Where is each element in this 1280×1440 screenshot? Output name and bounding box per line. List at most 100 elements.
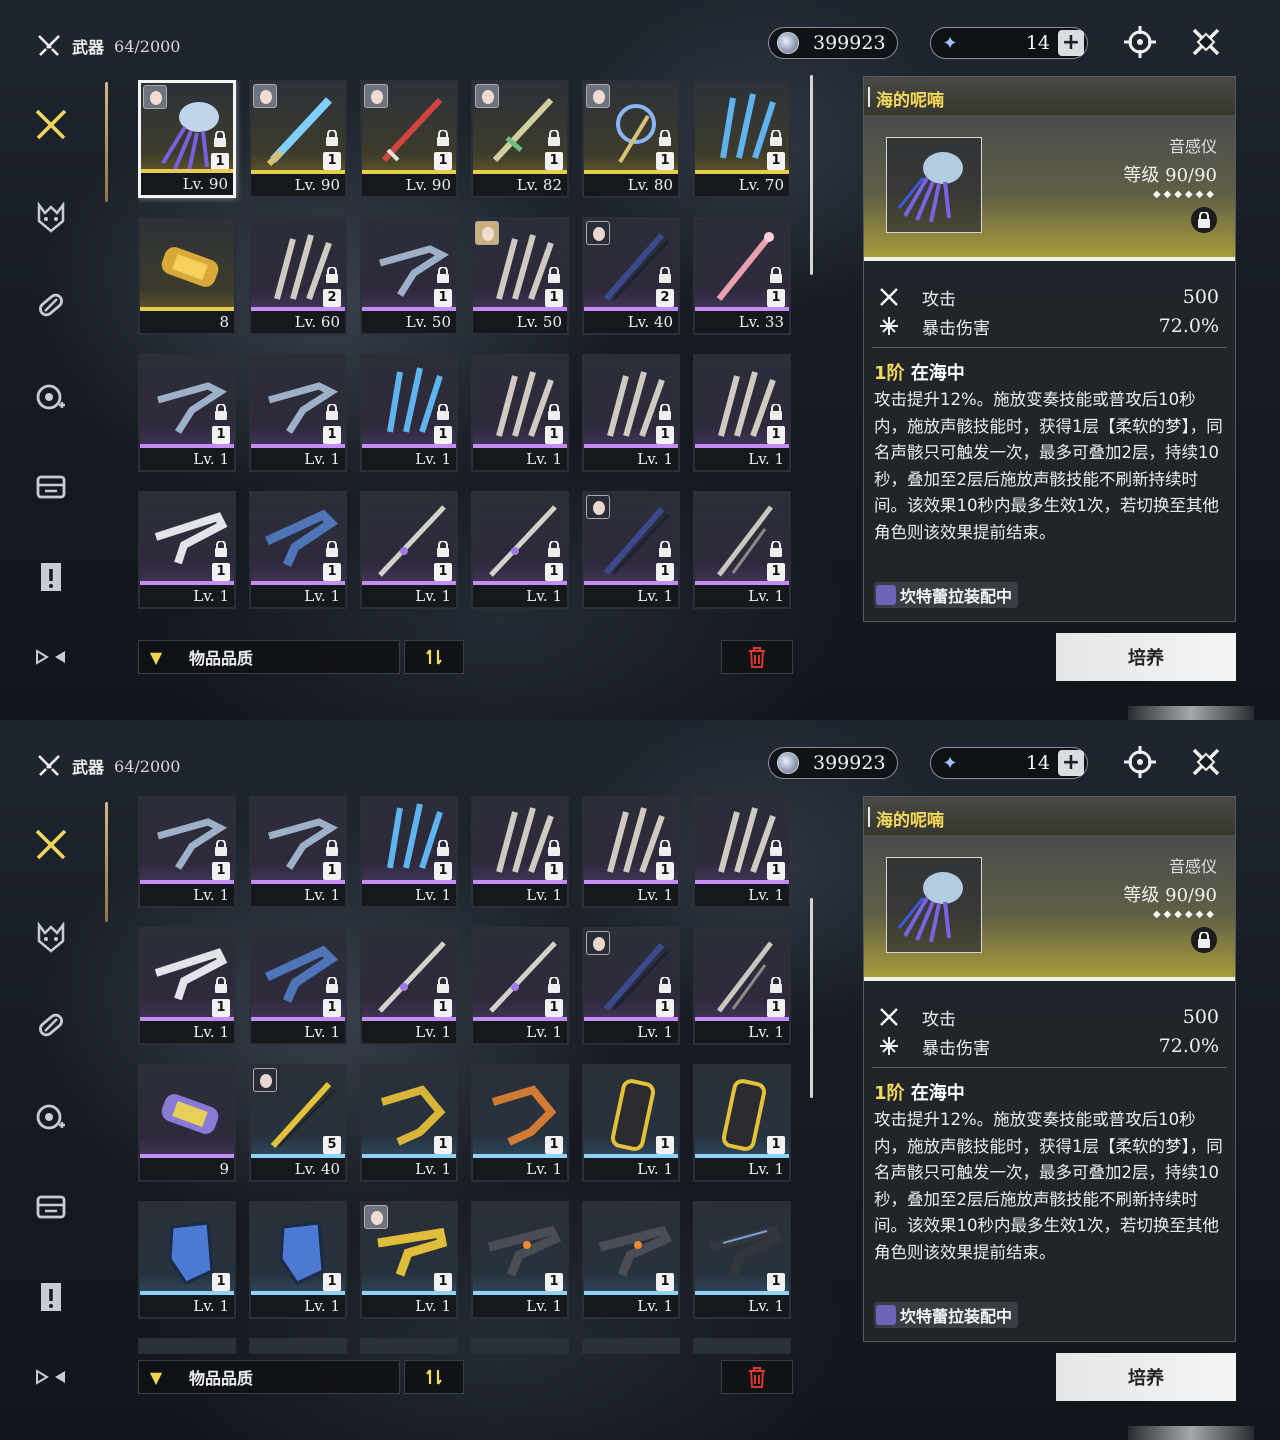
lock-toggle[interactable] — [1191, 927, 1217, 953]
weapon-slot[interactable]: 1 Lv. 1 — [138, 927, 236, 1045]
sidebar-item-development[interactable] — [28, 374, 74, 420]
weapon-slot[interactable]: 9 — [138, 1064, 236, 1182]
add-tide-button[interactable]: + — [1058, 30, 1084, 56]
sidebar-item-echo[interactable] — [28, 914, 74, 960]
scrollbar[interactable] — [810, 75, 813, 275]
weapon-slot[interactable]: 1 Lv. 1 — [138, 1201, 236, 1319]
weapon-slot[interactable] — [471, 1338, 569, 1354]
weapon-slot[interactable]: 1 Lv. 82 — [471, 80, 569, 198]
weapon-slot[interactable]: 1 Lv. 70 — [693, 80, 791, 198]
header-accent — [868, 807, 870, 827]
dismantle-button[interactable] — [721, 1360, 793, 1394]
weapon-slot[interactable]: 1 Lv. 1 — [693, 927, 791, 1045]
weapon-slot[interactable]: 1 Lv. 1 — [693, 1064, 791, 1182]
weapon-slot[interactable]: 1 Lv. 1 — [471, 1064, 569, 1182]
weapon-slot[interactable]: 1 Lv. 1 — [693, 491, 791, 609]
weapon-slot[interactable]: 1 Lv. 1 — [693, 354, 791, 472]
weapon-slot[interactable]: 1 Lv. 1 — [693, 796, 791, 908]
sidebar-item-quest-item[interactable] — [28, 1274, 74, 1320]
weapon-slot[interactable]: 1 Lv. 1 — [138, 796, 236, 908]
weapon-type: 音感仪 — [1168, 137, 1217, 156]
weapon-slot[interactable]: 1 Lv. 1 — [582, 354, 680, 472]
sort-order-button[interactable] — [404, 640, 464, 674]
help-compass-icon[interactable] — [1122, 744, 1158, 780]
cultivate-button[interactable]: 培养 — [1056, 1353, 1236, 1401]
quality-filter-dropdown[interactable]: ▼ 物品品质 — [138, 640, 400, 674]
weapon-slot[interactable]: 1 Lv. 1 — [582, 1201, 680, 1319]
weapon-slot[interactable]: 1 Lv. 1 — [360, 491, 458, 609]
divider — [872, 1067, 1227, 1068]
weapon-slot[interactable]: 1 Lv. 1 — [138, 354, 236, 472]
weapon-grid-viewport[interactable]: 1 Lv. 90 1 Lv. 90 1 Lv. 90 1 Lv. 82 1 Lv. 80 1 Lv. … — [138, 80, 798, 620]
none-weapon-icon — [259, 1346, 341, 1354]
sort-order-button[interactable] — [404, 1360, 464, 1394]
weapon-slot[interactable]: 1 Lv. 50 — [471, 217, 569, 335]
shell-credit-icon — [777, 752, 799, 774]
sidebar-item-weapon[interactable] — [28, 102, 74, 148]
sidebar-item-material[interactable] — [28, 282, 74, 328]
quality-filter-dropdown[interactable]: ▼ 物品品质 — [138, 1360, 400, 1394]
dismantle-button[interactable] — [721, 640, 793, 674]
weapon-slot[interactable]: 1 Lv. 1 — [471, 1201, 569, 1319]
weapon-slot[interactable]: 1 Lv. 1 — [471, 927, 569, 1045]
weapon-slot[interactable]: 1 Lv. 1 — [249, 491, 347, 609]
weapon-slot[interactable]: 1 Lv. 1 — [582, 796, 680, 908]
weapon-slot[interactable]: 1 Lv. 1 — [360, 796, 458, 908]
weapon-slot[interactable]: 1 Lv. 90 — [360, 80, 458, 198]
stat-label: 攻击 — [922, 1009, 956, 1030]
sidebar-item-resource[interactable] — [28, 1184, 74, 1230]
add-tide-button[interactable]: + — [1058, 750, 1084, 776]
weapon-slot[interactable] — [693, 1338, 791, 1354]
weapon-slot[interactable] — [360, 1338, 458, 1354]
owner-avatar-icon — [475, 84, 499, 108]
rank-count-badge: 1 — [323, 862, 341, 880]
weapon-slot[interactable]: 1 Lv. 33 — [693, 217, 791, 335]
weapon-slot[interactable]: 1 Lv. 1 — [471, 796, 569, 908]
weapon-slot[interactable]: 5 Lv. 40 — [249, 1064, 347, 1182]
lock-toggle[interactable] — [1191, 207, 1217, 233]
rank-count-badge: 1 — [212, 563, 230, 581]
weapon-slot[interactable]: 1 Lv. 1 — [360, 1064, 458, 1182]
scrollbar[interactable] — [810, 898, 813, 1098]
weapon-slot[interactable]: 1 Lv. 1 — [360, 354, 458, 472]
weapon-slot[interactable]: 1 Lv. 1 — [249, 1201, 347, 1319]
weapon-slot[interactable]: 1 Lv. 1 — [582, 491, 680, 609]
weapon-slot[interactable]: 1 Lv. 1 — [471, 491, 569, 609]
weapon-slot[interactable]: 1 Lv. 1 — [249, 927, 347, 1045]
help-compass-icon[interactable] — [1122, 24, 1158, 60]
sidebar-item-quest-item[interactable] — [28, 554, 74, 600]
weapon-slot[interactable]: 1 Lv. 90 — [138, 80, 236, 198]
weapon-slot[interactable] — [138, 1338, 236, 1354]
weapon-slot[interactable]: 1 Lv. 1 — [693, 1201, 791, 1319]
weapon-slot[interactable]: 1 Lv. 80 — [582, 80, 680, 198]
sidebar-item-weapon[interactable] — [28, 822, 74, 868]
weapon-grid-viewport[interactable]: 1 Lv. 1 1 Lv. 1 1 Lv. 1 1 Lv. 1 1 Lv. 1 1 Lv. 1 1 Lv.… — [138, 796, 798, 1354]
close-icon[interactable] — [1188, 24, 1224, 60]
close-icon[interactable] — [1188, 744, 1224, 780]
sidebar-item-special[interactable] — [28, 634, 74, 680]
cultivate-button[interactable]: 培养 — [1056, 633, 1236, 681]
weapon-slot[interactable]: 1 Lv. 50 — [360, 217, 458, 335]
weapon-slot[interactable]: 1 Lv. 90 — [249, 80, 347, 198]
level-value: 90/90 — [1165, 885, 1217, 906]
weapon-slot[interactable]: 1 Lv. 1 — [471, 354, 569, 472]
weapon-slot[interactable]: 1 Lv. 1 — [249, 796, 347, 908]
weapon-slot[interactable] — [582, 1338, 680, 1354]
weapon-slot[interactable]: 1 Lv. 1 — [582, 1064, 680, 1182]
weapon-slot[interactable]: 1 Lv. 1 — [360, 927, 458, 1045]
weapon-slot[interactable]: 1 Lv. 1 — [249, 354, 347, 472]
weapon-slot[interactable]: 2 Lv. 40 — [582, 217, 680, 335]
weapon-slot[interactable]: 2 Lv. 60 — [249, 217, 347, 335]
sidebar-item-material[interactable] — [28, 1002, 74, 1048]
weapon-slot[interactable]: 1 Lv. 1 — [360, 1201, 458, 1319]
weapon-slot[interactable]: 8 — [138, 217, 236, 335]
level-label: 等级 — [1123, 885, 1160, 906]
weapon-slot[interactable]: 1 Lv. 1 — [138, 491, 236, 609]
rank-count-badge: 1 — [434, 426, 452, 444]
sidebar-item-development[interactable] — [28, 1094, 74, 1140]
weapon-slot[interactable]: 1 Lv. 1 — [582, 927, 680, 1045]
sidebar-item-resource[interactable] — [28, 464, 74, 510]
sidebar-item-echo[interactable] — [28, 194, 74, 240]
weapon-slot[interactable] — [249, 1338, 347, 1354]
sidebar-item-special[interactable] — [28, 1354, 74, 1400]
